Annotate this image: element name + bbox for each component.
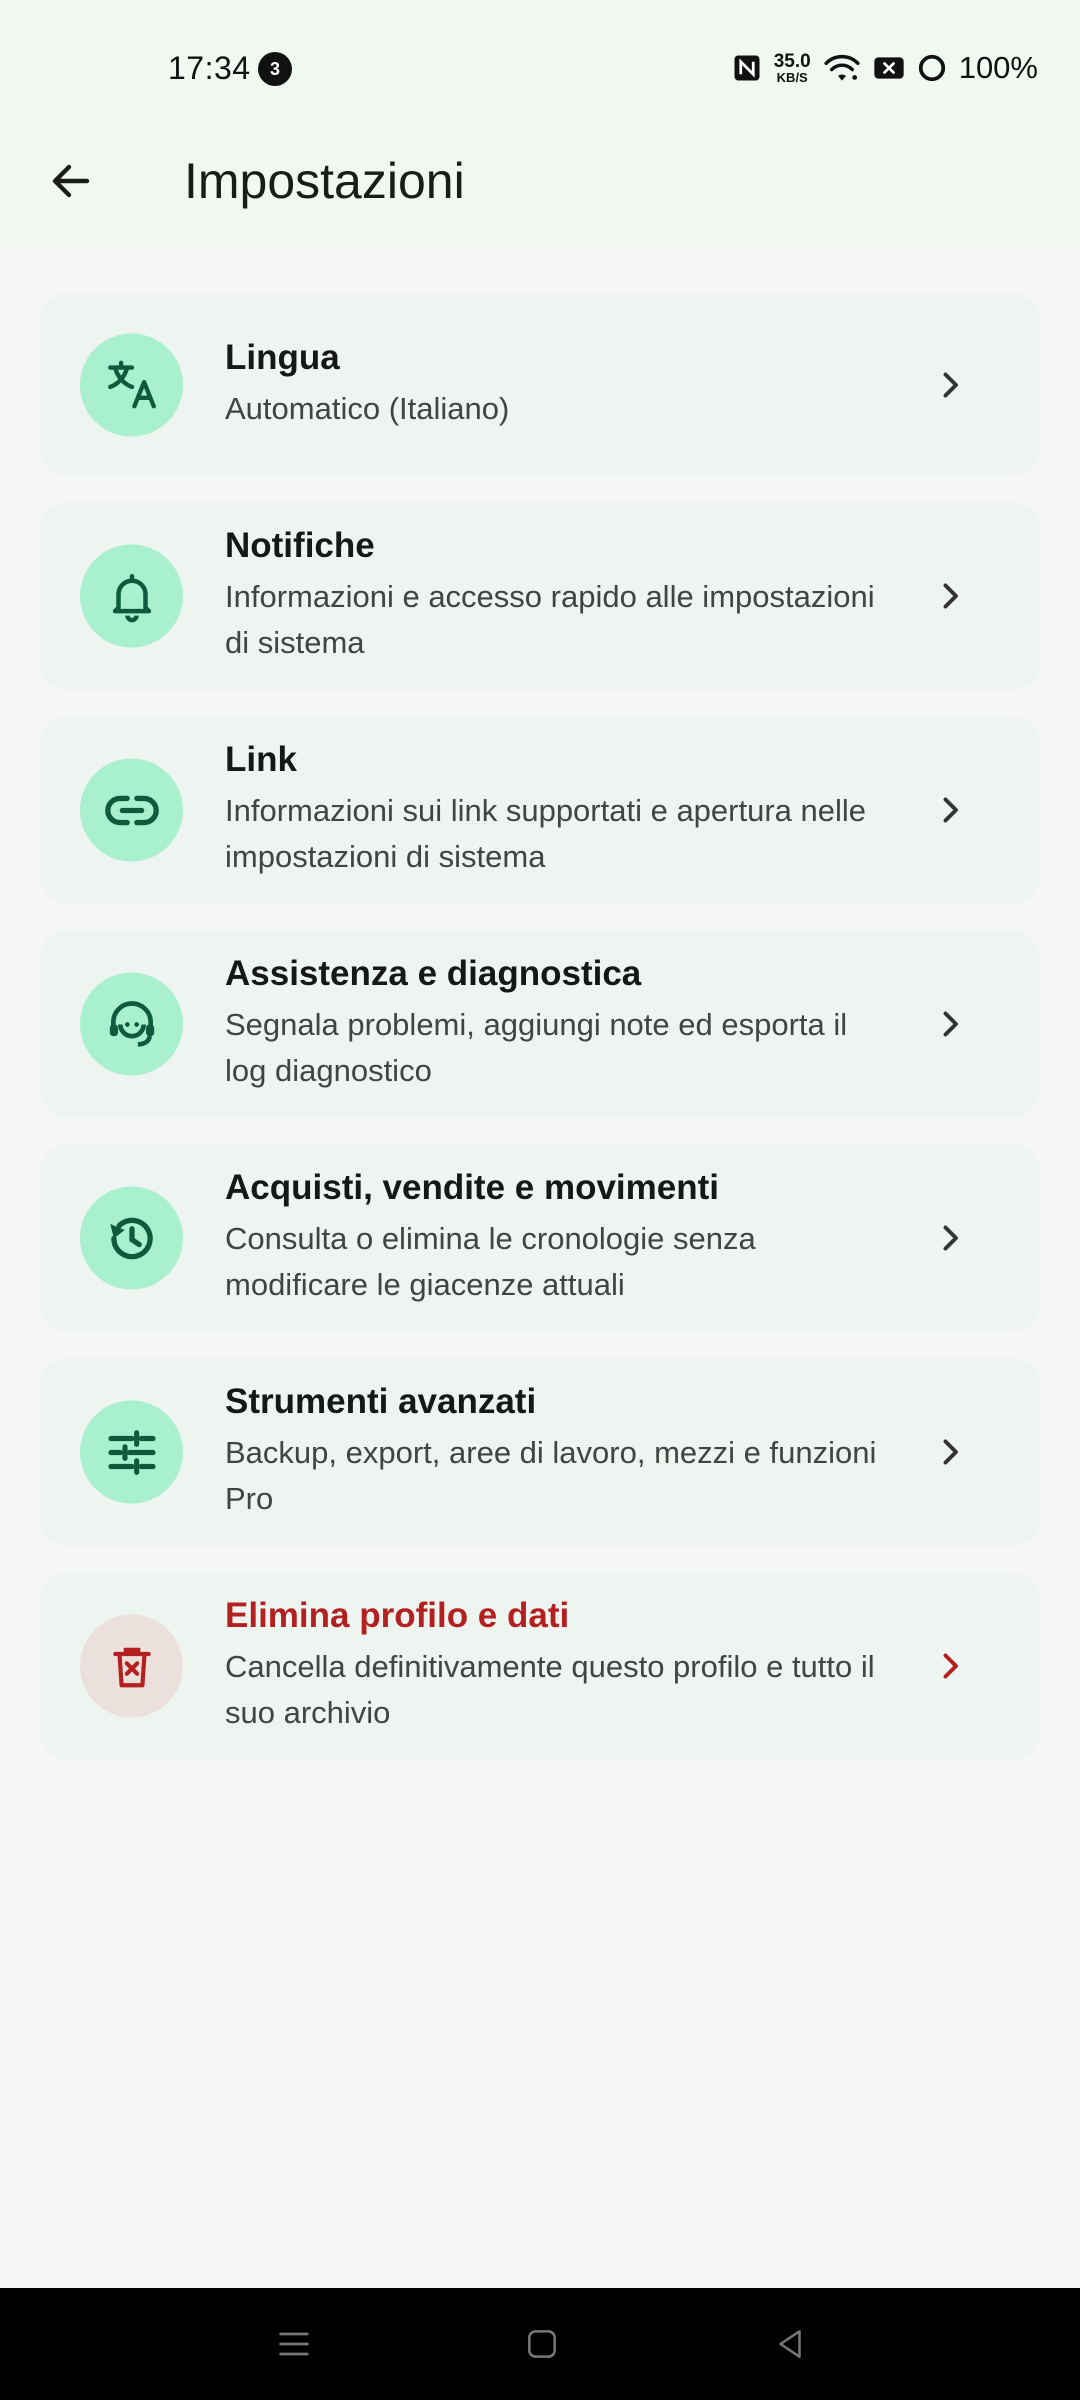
history-icon: [80, 1186, 183, 1290]
chevron-right-icon: [930, 1004, 970, 1044]
no-sim-icon: [874, 57, 904, 79]
link-icon: [80, 758, 183, 862]
item-subtitle: Informazioni e accesso rapido alle impos…: [225, 579, 875, 660]
settings-item-strumenti-avanzati[interactable]: Strumenti avanzati Backup, export, aree …: [40, 1358, 1040, 1546]
item-title: Assistenza e diagnostica: [225, 954, 642, 993]
item-subtitle: Consulta o elimina le cronologie senza m…: [225, 1221, 756, 1302]
status-bar: 17:34 3 35.0 KB/S 100%: [0, 0, 1080, 136]
bell-icon: [80, 544, 183, 648]
notification-count-badge: 3: [258, 52, 292, 86]
wifi-icon: [824, 54, 860, 81]
nfc-icon: [734, 55, 760, 81]
item-subtitle: Cancella definitivamente questo profilo …: [225, 1649, 875, 1730]
back-button[interactable]: [38, 148, 104, 214]
arrow-back-icon: [52, 164, 90, 198]
chevron-right-icon: [930, 576, 970, 616]
system-navigation-bar: [0, 2288, 1080, 2400]
chevron-right-icon: [930, 365, 970, 405]
settings-item-lingua[interactable]: Lingua Automatico (Italiano): [40, 293, 1040, 476]
delete-icon: [80, 1614, 183, 1718]
recents-button[interactable]: [266, 2316, 322, 2372]
item-title: Link: [225, 740, 297, 779]
settings-item-elimina-profilo[interactable]: Elimina profilo e dati Cancella definiti…: [40, 1572, 1040, 1760]
tune-icon: [80, 1400, 183, 1504]
item-title: Lingua: [225, 337, 340, 377]
back-triangle-icon: [779, 2330, 801, 2358]
home-button[interactable]: [514, 2316, 570, 2372]
item-subtitle: Backup, export, aree di lavoro, mezzi e …: [225, 1435, 877, 1516]
page-title: Impostazioni: [184, 153, 465, 209]
item-title: Strumenti avanzati: [225, 1382, 537, 1421]
chevron-right-icon: [930, 1218, 970, 1258]
back-nav-button[interactable]: [762, 2316, 818, 2372]
item-subtitle: Segnala problemi, aggiungi note ed espor…: [225, 1007, 848, 1088]
settings-item-notifiche[interactable]: Notifiche Informazioni e accesso rapido …: [40, 502, 1040, 690]
chevron-right-icon: [930, 1432, 970, 1472]
chevron-right-icon: [930, 790, 970, 830]
status-time: 17:34: [168, 50, 251, 86]
support-agent-icon: [80, 972, 183, 1076]
translate-icon: [80, 333, 183, 436]
battery-percent: 100%: [958, 50, 1038, 85]
item-subtitle: Automatico (Italiano): [225, 390, 510, 426]
item-title: Elimina profilo e dati: [225, 1596, 570, 1635]
item-subtitle: Informazioni sui link supportati e apert…: [225, 793, 867, 874]
status-icons: 35.0 KB/S 100%: [732, 46, 1038, 90]
top-app-bar: 17:34 3 35.0 KB/S 100% Impostazioni: [0, 0, 1080, 250]
settings-item-link[interactable]: Link Informazioni sui link supportati e …: [40, 716, 1040, 904]
item-title: Acquisti, vendite e movimenti: [225, 1168, 719, 1207]
settings-list: Lingua Automatico (Italiano) Notifiche I…: [40, 293, 1040, 1760]
settings-item-assistenza[interactable]: Assistenza e diagnostica Segnala problem…: [40, 930, 1040, 1118]
recents-icon: [279, 2332, 309, 2356]
chevron-right-icon: [930, 1646, 970, 1686]
battery-ring-icon: [918, 54, 945, 82]
net-speed: 35.0 KB/S: [773, 51, 811, 85]
item-title: Notifiche: [225, 526, 375, 565]
home-icon: [528, 2330, 556, 2358]
settings-item-acquisti[interactable]: Acquisti, vendite e movimenti Consulta o…: [40, 1144, 1040, 1332]
